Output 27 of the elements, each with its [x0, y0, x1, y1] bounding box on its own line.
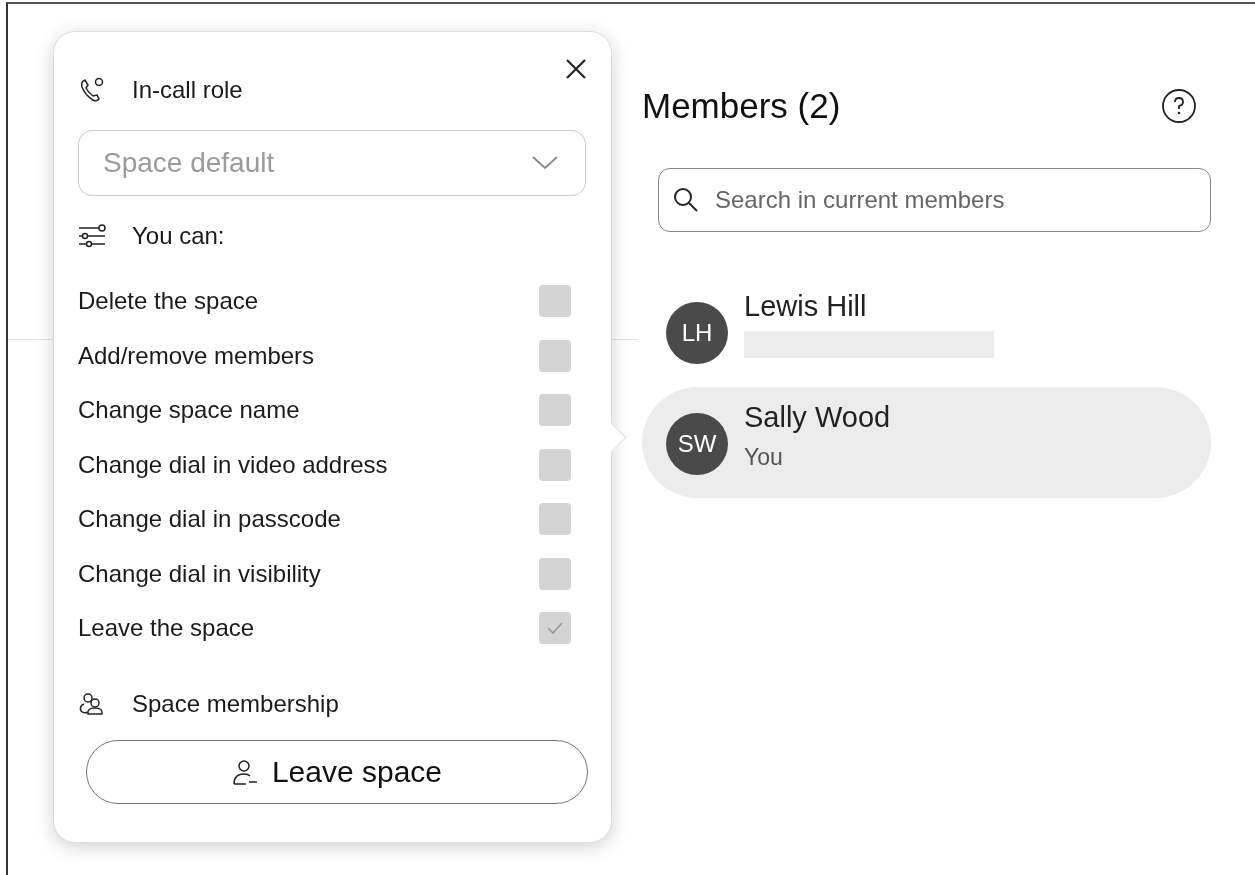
- permission-label: Change dial in passcode: [78, 505, 341, 534]
- avatar: SW: [666, 413, 728, 475]
- permission-label: Add/remove members: [78, 341, 315, 370]
- avatar: LH: [666, 302, 728, 364]
- role-title: In-call role: [132, 76, 243, 104]
- checkmark-icon: [545, 620, 565, 637]
- member-row[interactable]: SW Sally Wood You: [642, 387, 1211, 498]
- search-icon: [672, 186, 700, 214]
- member-row[interactable]: LH Lewis Hill: [642, 276, 1211, 387]
- member-name: Sally Wood: [744, 401, 891, 434]
- members-title: Members (2): [642, 86, 841, 126]
- permission-label: Change dial in visibility: [78, 559, 321, 588]
- member-name: Lewis Hill: [744, 290, 867, 323]
- leave-space-button[interactable]: Leave space: [86, 739, 588, 804]
- phone-icon: [78, 76, 106, 104]
- permission-label: Change dial in video address: [78, 450, 388, 479]
- sliders-icon: [78, 224, 106, 248]
- membership-title: Space membership: [132, 689, 339, 718]
- help-icon[interactable]: [1161, 88, 1197, 124]
- permission-label: Change space name: [78, 396, 300, 425]
- search-field[interactable]: Search in current members: [658, 168, 1211, 232]
- permission-label: Delete the space: [78, 287, 259, 316]
- permissions-title: You can:: [132, 222, 225, 250]
- person-minus-icon: [231, 757, 258, 786]
- permission-label: Leave the space: [78, 614, 255, 643]
- member-subtitle: You: [744, 444, 783, 471]
- chevron-down-icon: [531, 155, 559, 171]
